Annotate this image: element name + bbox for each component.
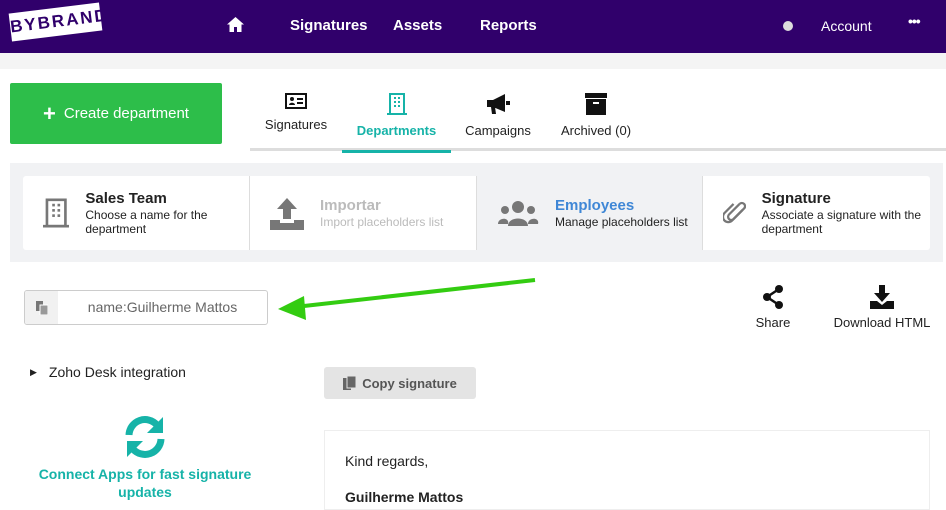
tabs: Signatures Departments Campaigns Archive… xyxy=(250,83,946,153)
upload-icon xyxy=(270,198,304,230)
signature-preview: Kind regards, Guilherme Mattos xyxy=(324,430,930,510)
copy-signature-button[interactable]: Copy signature xyxy=(324,367,476,399)
tab-label: Signatures xyxy=(264,117,328,132)
tab-campaigns[interactable]: Campaigns xyxy=(462,83,534,151)
step-desc: Choose a name for the department xyxy=(85,208,208,236)
share-button[interactable]: Share xyxy=(749,285,797,330)
step-title: Employees xyxy=(555,197,635,214)
step-importar[interactable]: Importar Import placeholders list xyxy=(249,176,476,250)
users-icon xyxy=(498,201,539,226)
download-html-button[interactable]: Download HTML xyxy=(832,285,932,330)
building-icon xyxy=(43,198,70,228)
step-signature[interactable]: Signature Associate a signature with the … xyxy=(702,176,930,250)
sync-icon xyxy=(125,416,165,458)
tab-signatures[interactable]: Signatures xyxy=(258,83,334,151)
more-icon[interactable]: ••• xyxy=(908,13,921,29)
step-title: Sales Team xyxy=(85,190,167,207)
share-label: Share xyxy=(755,315,791,330)
top-navbar: BYBRAND Signatures Assets Reports Accoun… xyxy=(0,0,946,53)
building-icon xyxy=(386,93,407,115)
download-label: Download HTML xyxy=(833,315,931,330)
tab-label: Archived (0) xyxy=(560,123,632,138)
nav-signatures[interactable]: Signatures xyxy=(290,17,368,34)
paperclip-icon xyxy=(723,201,746,224)
connect-apps-label: Connect Apps for fast signature updates xyxy=(38,466,252,500)
megaphone-icon xyxy=(487,94,510,114)
status-dot xyxy=(783,21,793,31)
tab-label: Campaigns xyxy=(465,123,531,138)
step-title: Importar xyxy=(320,197,381,214)
tab-label: Departments xyxy=(356,123,437,138)
caret-right-icon: ▶ xyxy=(30,366,37,377)
placeholder-copy-field[interactable]: name:Guilherme Mattos xyxy=(24,290,268,325)
header-strip xyxy=(0,53,946,69)
tab-archived[interactable]: Archived (0) xyxy=(558,83,634,151)
zoho-desk-integration-toggle[interactable]: ▶ Zoho Desk integration xyxy=(30,364,186,380)
department-steps: Sales Team Choose a name for the departme… xyxy=(10,163,943,262)
step-desc: Import placeholders list xyxy=(320,215,444,229)
bybrand-logo[interactable]: BYBRAND xyxy=(8,2,110,42)
id-card-icon xyxy=(285,93,307,109)
step-title: Signature xyxy=(761,190,831,207)
nav-account[interactable]: Account xyxy=(821,18,872,34)
placeholder-value: name:Guilherme Mattos xyxy=(87,299,238,315)
step-desc: Associate a signature with the departmen… xyxy=(761,208,922,236)
share-icon xyxy=(763,285,783,309)
nav-assets[interactable]: Assets xyxy=(393,17,442,34)
create-department-button[interactable]: + Create department xyxy=(10,83,222,144)
step-employees[interactable]: Employees Manage placeholders list xyxy=(476,176,702,250)
home-icon[interactable] xyxy=(227,17,244,32)
copy-icon xyxy=(343,376,357,390)
copy-signature-label: Copy signature xyxy=(362,375,457,391)
tab-departments[interactable]: Departments xyxy=(342,83,451,153)
download-icon xyxy=(870,285,894,309)
nav-reports[interactable]: Reports xyxy=(480,17,537,34)
connect-apps[interactable]: Connect Apps for fast signature updates xyxy=(30,415,260,501)
zoho-label: Zoho Desk integration xyxy=(48,364,186,380)
signature-greeting: Kind regards, xyxy=(345,453,429,469)
archive-icon xyxy=(585,93,607,115)
plus-icon: + xyxy=(43,100,56,126)
copy-icon[interactable] xyxy=(25,291,58,324)
green-arrow-annotation xyxy=(278,278,536,320)
create-department-label: Create department xyxy=(63,105,189,122)
step-sales-team[interactable]: Sales Team Choose a name for the departme… xyxy=(23,176,249,250)
step-desc: Manage placeholders list xyxy=(555,215,688,229)
